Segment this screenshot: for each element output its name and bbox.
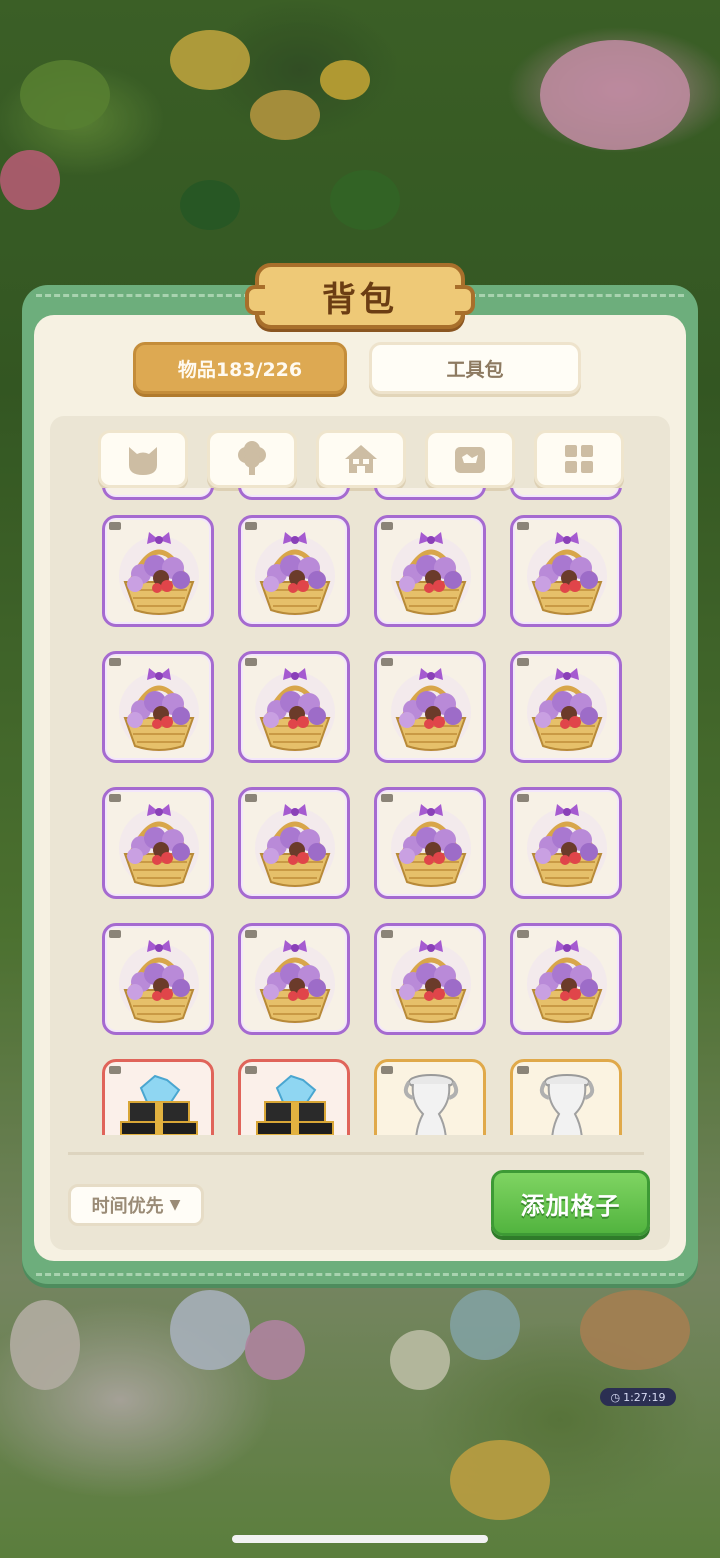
flower-basket-icon — [119, 804, 199, 888]
clock-icon: ◷ — [610, 1390, 621, 1404]
grid-icon — [565, 445, 593, 473]
tab-items[interactable]: 物品183/226 — [133, 342, 347, 394]
category-chests-button[interactable] — [425, 430, 515, 488]
gift-box-icon — [256, 1074, 334, 1135]
tree-icon — [238, 441, 266, 475]
flower-basket-icon — [255, 668, 335, 752]
cat-face-icon — [129, 447, 157, 475]
item-slot-flower-basket[interactable] — [238, 787, 350, 899]
item-slot-flower-basket[interactable] — [510, 651, 622, 763]
divider — [68, 1152, 644, 1155]
add-slot-button[interactable]: 添加格子 — [491, 1170, 650, 1236]
item-slot-flower-basket[interactable] — [374, 923, 486, 1035]
white-vase-icon — [403, 1074, 459, 1135]
flower-basket-icon — [527, 940, 607, 1024]
item-slot[interactable] — [102, 488, 214, 500]
timer-badge: ◷ 1:27:19 — [600, 1388, 676, 1406]
item-slot-flower-basket[interactable] — [374, 515, 486, 627]
flower-basket-icon — [119, 940, 199, 1024]
item-slot-flower-basket[interactable] — [238, 515, 350, 627]
panel-title: 背包 — [245, 263, 475, 329]
item-slot-flower-basket[interactable] — [102, 787, 214, 899]
flower-basket-icon — [255, 532, 335, 616]
chevron-down-icon: ▼ — [169, 1197, 181, 1213]
flower-basket-icon — [119, 668, 199, 752]
flower-basket-icon — [391, 668, 471, 752]
item-slot[interactable] — [238, 488, 350, 500]
item-slot-white-vase[interactable] — [510, 1059, 622, 1135]
item-slot-flower-basket[interactable] — [238, 651, 350, 763]
sort-label: 时间优先 — [91, 1196, 164, 1217]
item-slot-flower-basket[interactable] — [510, 515, 622, 627]
flower-basket-icon — [119, 532, 199, 616]
item-slot-flower-basket[interactable] — [510, 923, 622, 1035]
item-grid[interactable] — [96, 488, 626, 1135]
item-slot-flower-basket[interactable] — [102, 923, 214, 1035]
flower-basket-icon — [527, 804, 607, 888]
category-pets-button[interactable] — [98, 430, 188, 488]
category-buildings-button[interactable] — [316, 430, 406, 488]
item-slot-flower-basket[interactable] — [374, 651, 486, 763]
flower-basket-icon — [391, 532, 471, 616]
flower-basket-icon — [255, 940, 335, 1024]
item-slot[interactable] — [510, 488, 622, 500]
gift-box-icon — [120, 1074, 198, 1135]
item-slot-flower-basket[interactable] — [102, 515, 214, 627]
flower-basket-icon — [527, 668, 607, 752]
sort-dropdown[interactable]: 时间优先 ▼ — [68, 1184, 204, 1226]
treasure-chest-icon — [455, 447, 485, 473]
tab-toolkit[interactable]: 工具包 — [369, 342, 581, 394]
item-slot-gift-box-crystals[interactable] — [238, 1059, 350, 1135]
white-vase-icon — [539, 1074, 595, 1135]
timer-text: 1:27:19 — [623, 1390, 666, 1404]
category-all-button[interactable] — [534, 430, 624, 488]
flower-basket-icon — [255, 804, 335, 888]
item-slot-gift-box-crystals[interactable] — [102, 1059, 214, 1135]
house-icon — [345, 445, 377, 473]
item-slot-flower-basket[interactable] — [374, 787, 486, 899]
flower-basket-icon — [527, 532, 607, 616]
item-slot-flower-basket[interactable] — [510, 787, 622, 899]
item-slot[interactable] — [374, 488, 486, 500]
flower-basket-icon — [391, 940, 471, 1024]
item-slot-flower-basket[interactable] — [238, 923, 350, 1035]
category-plants-button[interactable] — [207, 430, 297, 488]
item-slot-white-vase[interactable] — [374, 1059, 486, 1135]
item-slot-flower-basket[interactable] — [102, 651, 214, 763]
flower-basket-icon — [391, 804, 471, 888]
home-indicator — [232, 1535, 488, 1543]
